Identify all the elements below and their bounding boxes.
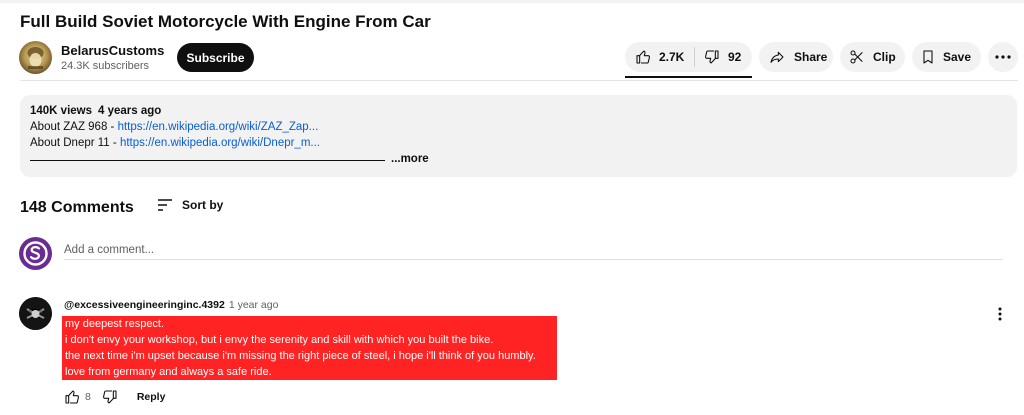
upload-age: 4 years ago bbox=[98, 105, 162, 117]
header-divider bbox=[20, 80, 1018, 81]
comment-dislike-button[interactable] bbox=[102, 389, 118, 405]
thumbs-up-icon bbox=[65, 390, 79, 404]
share-label: Share bbox=[794, 50, 828, 64]
clip-button[interactable]: Clip bbox=[840, 42, 905, 72]
comment-actions: 8 Reply bbox=[64, 388, 165, 406]
like-bar-underline bbox=[625, 76, 752, 78]
share-icon bbox=[770, 51, 784, 63]
reply-button[interactable]: Reply bbox=[137, 391, 166, 403]
description-line: About Dnepr 11 - https://en.wikipedia.or… bbox=[30, 137, 320, 149]
description-link[interactable]: https://en.wikipedia.org/wiki/Dnepr_m... bbox=[120, 137, 320, 149]
bookmark-icon bbox=[923, 50, 933, 64]
more-horizontal-icon bbox=[995, 55, 1011, 59]
thumbs-up-icon bbox=[636, 50, 650, 64]
comment-line: love from germany and always a safe ride… bbox=[65, 366, 272, 378]
description-line: About ZAZ 968 - https://en.wikipedia.org… bbox=[30, 121, 318, 133]
clip-label: Clip bbox=[873, 50, 896, 64]
dislike-count: 92 bbox=[728, 50, 742, 64]
like-count: 2.7K bbox=[659, 50, 685, 64]
comment-time[interactable]: 1 year ago bbox=[229, 299, 279, 311]
comments-count: 148 Comments bbox=[20, 199, 134, 216]
description-text: About Dnepr 11 - bbox=[30, 137, 120, 149]
comment-like-count: 8 bbox=[85, 391, 91, 403]
comment-line: my deepest respect. bbox=[65, 318, 165, 330]
like-dislike-bar: 2.7K 92 bbox=[625, 42, 752, 78]
comment-line: i don't envy your workshop, but i envy t… bbox=[65, 334, 494, 346]
scissors-icon bbox=[850, 50, 863, 64]
description-meta: 140K views 4 years ago bbox=[30, 105, 161, 117]
channel-owner: BelarusCustoms 24.3K subscribers bbox=[19, 40, 164, 74]
subscribe-button[interactable]: Subscribe bbox=[177, 43, 254, 72]
channel-name[interactable]: BelarusCustoms bbox=[61, 42, 164, 59]
comment-menu-button[interactable] bbox=[993, 305, 1007, 323]
sort-icon bbox=[158, 199, 172, 211]
comment-header: @excessiveengineeringinc.4392 1 year ago bbox=[64, 299, 278, 311]
description-underline-rule bbox=[30, 160, 385, 161]
comment-text: my deepest respect. i don't envy your wo… bbox=[62, 316, 557, 380]
sort-by-label: Sort by bbox=[182, 198, 224, 212]
like-button[interactable]: 2.7K bbox=[625, 47, 695, 67]
more-actions-button[interactable] bbox=[988, 42, 1018, 72]
top-edge bbox=[0, 0, 1024, 3]
video-title: Full Build Soviet Motorcycle With Engine… bbox=[20, 12, 431, 31]
description-box[interactable]: 140K views 4 years ago About ZAZ 968 - ht… bbox=[20, 95, 1017, 177]
save-button[interactable]: Save bbox=[912, 42, 981, 72]
subscriber-count: 24.3K subscribers bbox=[61, 59, 150, 72]
channel-avatar[interactable] bbox=[19, 40, 52, 74]
add-comment-input[interactable] bbox=[64, 240, 1003, 260]
description-link[interactable]: https://en.wikipedia.org/wiki/ZAZ_Zap... bbox=[118, 121, 319, 133]
comment-line: the next time i'm upset because i'm miss… bbox=[65, 350, 536, 362]
commenter-logo-icon bbox=[19, 297, 52, 330]
save-label: Save bbox=[943, 50, 972, 64]
description-text: About ZAZ 968 - bbox=[30, 121, 118, 133]
channel-logo-icon bbox=[27, 46, 44, 69]
thumbs-down-icon bbox=[102, 390, 117, 404]
user-logo-icon bbox=[20, 238, 51, 269]
commenter-avatar[interactable] bbox=[19, 297, 52, 330]
show-more-button[interactable]: ...more bbox=[391, 153, 429, 165]
comments-header: 148 Comments bbox=[20, 199, 134, 217]
thumbs-down-icon bbox=[705, 50, 719, 64]
sort-by-button[interactable]: Sort by bbox=[157, 198, 223, 212]
view-count: 140K views bbox=[30, 105, 93, 117]
dislike-button[interactable]: 92 bbox=[695, 42, 741, 72]
my-avatar bbox=[19, 237, 52, 270]
share-button[interactable]: Share bbox=[759, 42, 833, 72]
comment-author[interactable]: @excessiveengineeringinc.4392 bbox=[64, 299, 225, 311]
more-vertical-icon bbox=[998, 307, 1002, 321]
comment-like-button[interactable] bbox=[64, 389, 80, 405]
